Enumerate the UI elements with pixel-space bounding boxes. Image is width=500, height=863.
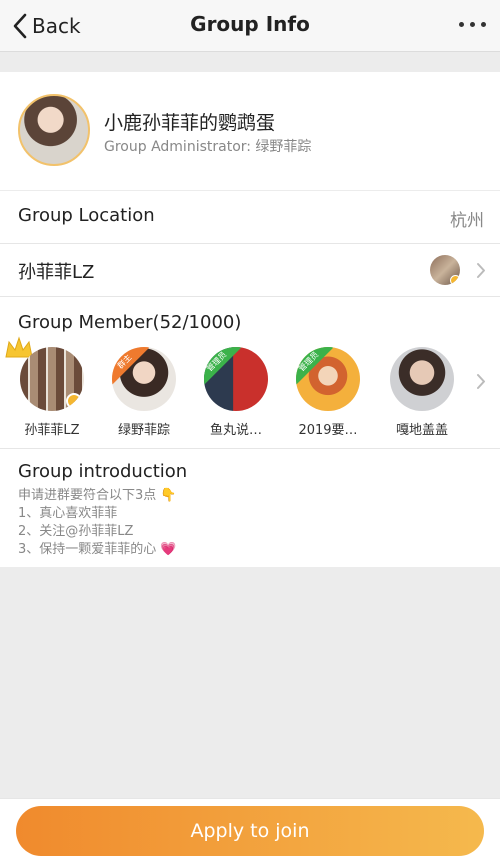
- member-item[interactable]: 群主 绿野菲踪: [104, 347, 184, 438]
- member-avatar: 群主: [112, 347, 176, 411]
- group-location-label: Group Location: [18, 205, 155, 226]
- chevron-right-icon[interactable]: [476, 373, 486, 390]
- member-name: 孙菲菲LZ: [24, 423, 80, 438]
- intro-title: Group introduction: [18, 461, 188, 482]
- bottom-bar: Apply to join: [0, 798, 500, 863]
- nav-bar: Back Group Info: [0, 0, 500, 52]
- group-admin: Group Administrator: 绿野菲踪: [104, 139, 312, 155]
- owner-avatar: [430, 255, 460, 285]
- group-location-row: Group Location 杭州: [0, 191, 500, 244]
- member-item[interactable]: 管理员 2019要…: [288, 347, 368, 438]
- verified-icon: [66, 393, 82, 409]
- admin-tag: 管理员: [296, 347, 334, 387]
- member-avatar: 管理员: [296, 347, 360, 411]
- member-item[interactable]: 管理员 鱼丸说…: [196, 347, 276, 438]
- member-name: 鱼丸说…: [209, 423, 262, 438]
- member-avatar: [20, 347, 84, 411]
- member-item[interactable]: 孙菲菲LZ: [5, 336, 92, 438]
- group-owner-row[interactable]: 孙菲菲LZ: [0, 244, 500, 297]
- group-name: 小鹿孙菲菲的鹦鹉蛋: [104, 112, 276, 134]
- intro-line: 申请进群要符合以下3点 👇: [18, 488, 177, 503]
- owner-tag: 群主: [112, 347, 150, 387]
- admin-tag: 管理员: [204, 347, 242, 387]
- group-members: Group Member(52/1000) 孙菲菲LZ 群主 绿野菲踪 管理员 …: [0, 297, 500, 449]
- group-owner-label: 孙菲菲LZ: [18, 262, 95, 283]
- intro-text: 申请进群要符合以下3点 👇 1、真心喜欢菲菲 2、关注@孙菲菲LZ 3、保持一颗…: [18, 487, 177, 559]
- member-avatar: 管理员: [204, 347, 268, 411]
- member-avatar: [390, 347, 454, 411]
- members-title: Group Member(52/1000): [18, 312, 242, 333]
- group-introduction: Group introduction 申请进群要符合以下3点 👇 1、真心喜欢菲…: [0, 449, 500, 567]
- chevron-right-icon: [477, 263, 485, 278]
- intro-line: 1、真心喜欢菲菲: [18, 506, 118, 521]
- page-title: Group Info: [190, 12, 310, 36]
- intro-line: 2、关注@孙菲菲LZ: [18, 524, 134, 539]
- member-name: 2019要…: [298, 423, 358, 438]
- group-header: 小鹿孙菲菲的鹦鹉蛋 Group Administrator: 绿野菲踪: [0, 72, 500, 190]
- member-name: 嘎地盖盖: [395, 423, 448, 438]
- member-item[interactable]: 嘎地盖盖: [382, 347, 462, 438]
- group-location-value: 杭州: [450, 211, 484, 231]
- more-icon[interactable]: [459, 22, 486, 27]
- group-avatar[interactable]: [18, 94, 90, 166]
- apply-to-join-button[interactable]: Apply to join: [16, 806, 484, 856]
- verified-icon: [450, 275, 460, 285]
- intro-line: 3、保持一颗爱菲菲的心 💗: [18, 542, 177, 557]
- member-name: 绿野菲踪: [117, 423, 170, 438]
